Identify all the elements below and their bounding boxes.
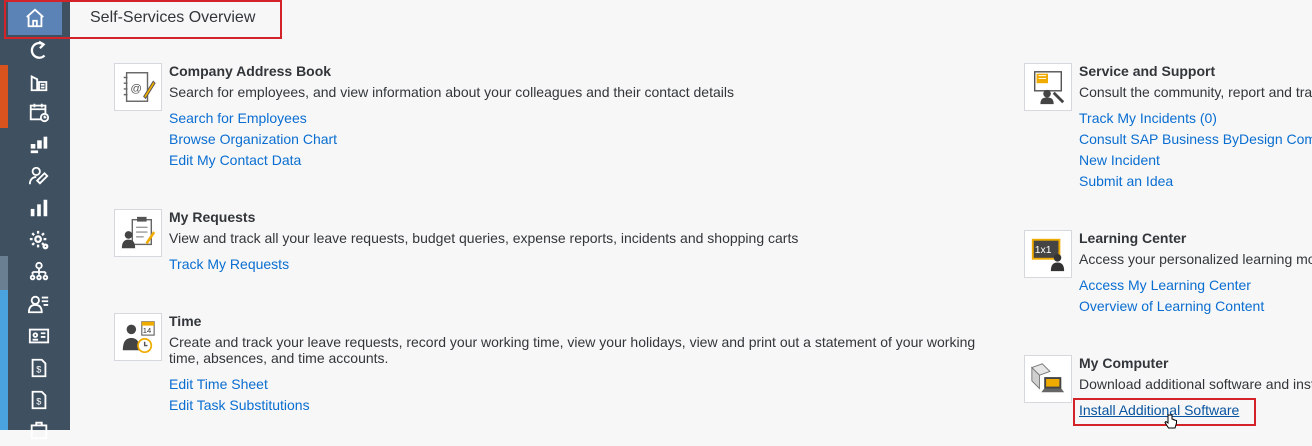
org-chart-icon — [29, 261, 49, 281]
nav-bar-chart[interactable] — [8, 192, 70, 224]
nav-building-chart[interactable] — [8, 66, 70, 98]
card-links: Install Additional Software — [1079, 400, 1239, 421]
learning-icon-badge: 1x1 — [1035, 245, 1052, 256]
building-chart-icon — [30, 75, 48, 92]
link-overview-learning-content[interactable]: Overview of Learning Content — [1079, 296, 1264, 317]
nav-home[interactable] — [8, 0, 62, 35]
rail-accent-stripe — [0, 290, 8, 430]
card-description: Create and track your leave requests, re… — [169, 334, 976, 366]
time-icon: 14 — [114, 313, 162, 361]
calendar-icon — [29, 103, 50, 123]
side-navigation: $ $ — [0, 0, 70, 440]
card-learning-center: 1x1 Learning Center Access your personal… — [1024, 230, 1312, 320]
link-consult-community[interactable]: Consult SAP Business ByDesign Comm — [1079, 129, 1312, 150]
nav-person-edit[interactable] — [8, 160, 70, 192]
link-edit-task-substitutions[interactable]: Edit Task Substitutions — [169, 395, 310, 416]
card-links: Track My Incidents (0) Consult SAP Busin… — [1079, 108, 1312, 192]
card-title: My Computer — [1079, 355, 1169, 371]
link-track-my-incidents[interactable]: Track My Incidents (0) — [1079, 108, 1312, 129]
link-track-my-requests[interactable]: Track My Requests — [169, 254, 289, 275]
card-links: Track My Requests — [169, 254, 289, 275]
hand-cursor-icon — [1164, 414, 1177, 429]
address-book-icon: @ — [114, 63, 162, 111]
service-support-icon — [1024, 63, 1072, 111]
person-edit-icon — [28, 166, 49, 185]
id-card-icon — [28, 328, 50, 344]
nav-id-card[interactable] — [8, 320, 70, 352]
card-links: Edit Time Sheet Edit Task Substitutions — [169, 374, 310, 416]
person-list-icon — [28, 295, 49, 314]
svg-text:$: $ — [36, 365, 41, 375]
card-service-support: Service and Support Consult the communit… — [1024, 63, 1312, 193]
nav-analytics[interactable] — [8, 128, 70, 160]
card-my-requests: My Requests View and track all your leav… — [114, 209, 974, 279]
card-description: Access your personalized learning mo — [1079, 251, 1312, 267]
link-new-incident[interactable]: New Incident — [1079, 150, 1312, 171]
link-edit-contact-data[interactable]: Edit My Contact Data — [169, 150, 337, 171]
svg-text:$: $ — [36, 397, 41, 407]
person-expense-icon: $ — [31, 390, 47, 410]
rail-accent-stripe — [0, 65, 8, 128]
card-description: View and track all your leave requests, … — [169, 230, 799, 246]
link-edit-time-sheet[interactable]: Edit Time Sheet — [169, 374, 310, 395]
bar-chart-icon — [30, 199, 48, 217]
nav-travel[interactable] — [8, 414, 70, 446]
nav-settings[interactable] — [8, 224, 70, 256]
card-title: Company Address Book — [169, 63, 332, 79]
expense-document-icon: $ — [31, 358, 47, 378]
settings-icon — [29, 230, 49, 250]
analytics-icon — [30, 136, 48, 154]
nav-person-expense[interactable]: $ — [8, 384, 70, 416]
computer-icon — [1024, 355, 1072, 403]
card-time: 14 Time Create and track your leave requ… — [114, 313, 975, 423]
nav-calendar[interactable] — [8, 96, 70, 128]
card-title: Learning Center — [1079, 230, 1187, 246]
card-company-address-book: @ Company Address Book Search for employ… — [114, 63, 974, 173]
card-description: Search for employees, and view informati… — [169, 84, 734, 100]
learning-center-icon: 1x1 — [1024, 230, 1072, 278]
svg-text:@: @ — [130, 83, 142, 95]
requests-icon — [114, 209, 162, 257]
travel-icon — [30, 421, 48, 440]
link-browse-org-chart[interactable]: Browse Organization Chart — [169, 129, 337, 150]
card-description: Download additional software and inst — [1079, 376, 1312, 392]
nav-person-list[interactable] — [8, 288, 70, 320]
link-search-employees[interactable]: Search for Employees — [169, 108, 337, 129]
refresh-icon — [30, 40, 46, 59]
card-links: Search for Employees Browse Organization… — [169, 108, 337, 171]
card-title: Service and Support — [1079, 63, 1216, 79]
link-access-learning-center[interactable]: Access My Learning Center — [1079, 275, 1264, 296]
time-icon-badge: 14 — [143, 326, 151, 335]
home-icon — [26, 8, 44, 27]
nav-expense-document[interactable]: $ — [8, 352, 70, 384]
nav-refresh[interactable] — [8, 34, 70, 66]
nav-org-chart[interactable] — [8, 256, 70, 288]
card-description: Consult the community, report and tra — [1079, 84, 1312, 100]
card-links: Access My Learning Center Overview of Le… — [1079, 275, 1264, 317]
card-title: Time — [169, 313, 202, 329]
rail-accent-stripe — [0, 256, 8, 290]
card-title: My Requests — [169, 209, 256, 225]
link-install-additional-software[interactable]: Install Additional Software — [1079, 400, 1239, 421]
page-title: Self-Services Overview — [90, 9, 256, 26]
link-submit-idea[interactable]: Submit an Idea — [1079, 171, 1312, 192]
